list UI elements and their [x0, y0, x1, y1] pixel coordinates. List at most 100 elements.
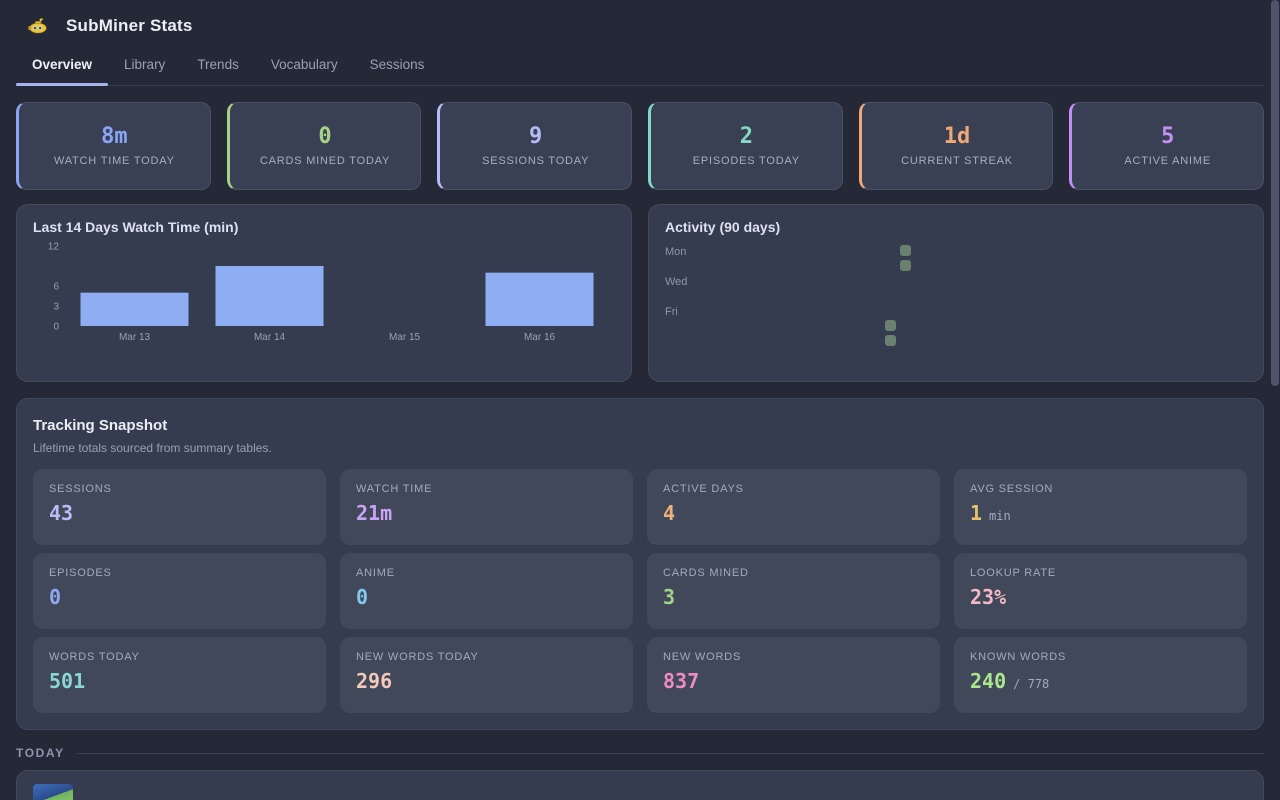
stat-card-episodes-today: 2 EPISODES TODAY: [648, 102, 843, 190]
snapshot-card-lookup-rate: LOOKUP RATE 23%: [954, 553, 1247, 629]
snapshot-card-value: 0: [356, 587, 368, 607]
heatmap-cell: [885, 320, 896, 331]
snapshot-card-suffix: / 778: [1013, 677, 1049, 691]
stat-label: CARDS MINED TODAY: [260, 155, 390, 167]
charts-row: Last 14 Days Watch Time (min) 03612Mar 1…: [16, 204, 1264, 382]
main-content: 8m WATCH TIME TODAY 0 CARDS MINED TODAY 9SES…: [0, 102, 1280, 800]
snapshot-card-value: 240: [970, 671, 1006, 691]
stat-label: SESSIONS TODAY: [482, 155, 589, 167]
snapshot-card-value-row: 23%: [970, 587, 1231, 607]
stat-card-current-streak: 1dCURRENT STREAK: [859, 102, 1054, 190]
stat-card-active-anime: 5ACTIVE ANIME: [1069, 102, 1264, 190]
snapshot-card-label: KNOWN WORDS: [970, 651, 1231, 663]
tracking-snapshot-title: Tracking Snapshot: [33, 417, 1247, 434]
stat-value: 8m: [101, 126, 128, 148]
snapshot-card-value: 21m: [356, 503, 392, 523]
snapshot-card-value-row: 21m: [356, 503, 617, 523]
snapshot-card-value: 3: [663, 587, 675, 607]
svg-text:3: 3: [53, 302, 59, 313]
yellow-submarine-icon: [28, 17, 48, 35]
snapshot-card-label: WATCH TIME: [356, 483, 617, 495]
svg-text:Mar 16: Mar 16: [524, 332, 556, 343]
activity-title: Activity (90 days): [665, 219, 1247, 235]
tab-overview[interactable]: Overview: [16, 48, 108, 85]
snapshot-card-sessions: SESSIONS43: [33, 469, 326, 545]
heatmap-cell: [900, 245, 911, 256]
tab-library[interactable]: Library: [108, 48, 181, 85]
snapshot-card-value: 296: [356, 671, 392, 691]
snapshot-card-value-row: 0: [356, 587, 617, 607]
heatmap-day-label-mon: Mon: [665, 245, 686, 260]
today-panel[interactable]: [16, 770, 1264, 800]
snapshot-card-value-row: 3: [663, 587, 924, 607]
heatmap-cell: [885, 335, 896, 346]
bar-mar-14: [216, 266, 324, 326]
heatmap-day-label-fri: Fri: [665, 305, 678, 320]
stat-cards-row: 8m WATCH TIME TODAY 0 CARDS MINED TODAY 9SES…: [16, 102, 1264, 190]
snapshot-card-value: 4: [663, 503, 675, 523]
snapshot-card-value: 0: [49, 587, 61, 607]
tracking-snapshot-grid: SESSIONS43 WATCH TIME 21m ACTIVE DAYS 4 AVG S…: [33, 469, 1247, 713]
tab-bar: OverviewLibraryTrendsVocabularySessions: [16, 48, 1264, 86]
today-label: TODAY: [16, 746, 65, 760]
stat-value: 1d: [944, 126, 971, 148]
tracking-snapshot-subtitle: Lifetime totals sourced from summary tab…: [33, 441, 1247, 455]
page-title: SubMiner Stats: [66, 16, 193, 36]
stat-value: 0: [318, 126, 331, 148]
snapshot-card-words-today: WORDS TODAY 501: [33, 637, 326, 713]
stat-label: WATCH TIME TODAY: [54, 155, 175, 167]
snapshot-card-label: NEW WORDS: [663, 651, 924, 663]
snapshot-card-value-row: 837: [663, 671, 924, 691]
snapshot-card-label: WORDS TODAY: [49, 651, 310, 663]
bar-mar-13: [81, 293, 189, 326]
snapshot-card-new-words-today: NEW WORDS TODAY 296: [340, 637, 633, 713]
snapshot-card-label: EPISODES: [49, 567, 310, 579]
anime-cover-thumbnail[interactable]: [33, 784, 73, 800]
app-header: SubMiner Stats: [0, 0, 1280, 36]
bar-mar-16: [486, 273, 594, 326]
snapshot-card-value: 23%: [970, 587, 1006, 607]
snapshot-card-label: CARDS MINED: [663, 567, 924, 579]
snapshot-card-value-row: 296: [356, 671, 617, 691]
stat-value: 5: [1161, 126, 1174, 148]
snapshot-card-active-days: ACTIVE DAYS 4: [647, 469, 940, 545]
snapshot-card-watch-time: WATCH TIME 21m: [340, 469, 633, 545]
snapshot-card-value: 1: [970, 503, 982, 523]
snapshot-card-label: NEW WORDS TODAY: [356, 651, 617, 663]
snapshot-card-new-words: NEW WORDS 837: [647, 637, 940, 713]
svg-text:Mar 15: Mar 15: [389, 332, 421, 343]
stat-card-cards-mined-today: 0 CARDS MINED TODAY: [227, 102, 422, 190]
snapshot-card-label: ACTIVE DAYS: [663, 483, 924, 495]
svg-text:6: 6: [53, 282, 59, 293]
snapshot-card-label: AVG SESSION: [970, 483, 1231, 495]
activity-panel: Activity (90 days) Mon Wed Fri: [648, 204, 1264, 382]
snapshot-card-value: 43: [49, 503, 73, 523]
stat-label: EPISODES TODAY: [693, 155, 800, 167]
snapshot-card-suffix: min: [989, 509, 1011, 523]
snapshot-card-label: ANIME: [356, 567, 617, 579]
snapshot-card-anime: ANIME 0: [340, 553, 633, 629]
svg-text:Mar 14: Mar 14: [254, 332, 286, 343]
snapshot-card-known-words: KNOWN WORDS 240 / 778: [954, 637, 1247, 713]
watch-time-bar-chart: 03612Mar 13Mar 14Mar 15Mar 16: [33, 237, 613, 353]
tab-trends[interactable]: Trends: [181, 48, 255, 85]
tab-sessions[interactable]: Sessions: [354, 48, 441, 85]
heatmap-cell: [900, 260, 911, 271]
stat-card-sessions-today: 9SESSIONS TODAY: [437, 102, 632, 190]
snapshot-card-value: 837: [663, 671, 699, 691]
heatmap-day-label-wed: Wed: [665, 275, 687, 290]
snapshot-card-avg-session: AVG SESSION 1 min: [954, 469, 1247, 545]
subminer-stats-app: SubMiner Stats OverviewLibraryTrendsVoca…: [0, 0, 1280, 800]
activity-heatmap: Mon Wed Fri: [665, 245, 1247, 353]
snapshot-card-value-row: 0: [49, 587, 310, 607]
watch-time-chart-title: Last 14 Days Watch Time (min): [33, 219, 615, 235]
vertical-scrollbar-thumb[interactable]: [1271, 0, 1279, 386]
svg-text:Mar 13: Mar 13: [119, 332, 151, 343]
svg-text:0: 0: [53, 322, 59, 333]
tab-vocabulary[interactable]: Vocabulary: [255, 48, 354, 85]
snapshot-card-value-row: 501: [49, 671, 310, 691]
snapshot-card-label: LOOKUP RATE: [970, 567, 1231, 579]
snapshot-card-value-row: 4: [663, 503, 924, 523]
snapshot-card-cards-mined: CARDS MINED 3: [647, 553, 940, 629]
stat-value: 2: [740, 126, 753, 148]
